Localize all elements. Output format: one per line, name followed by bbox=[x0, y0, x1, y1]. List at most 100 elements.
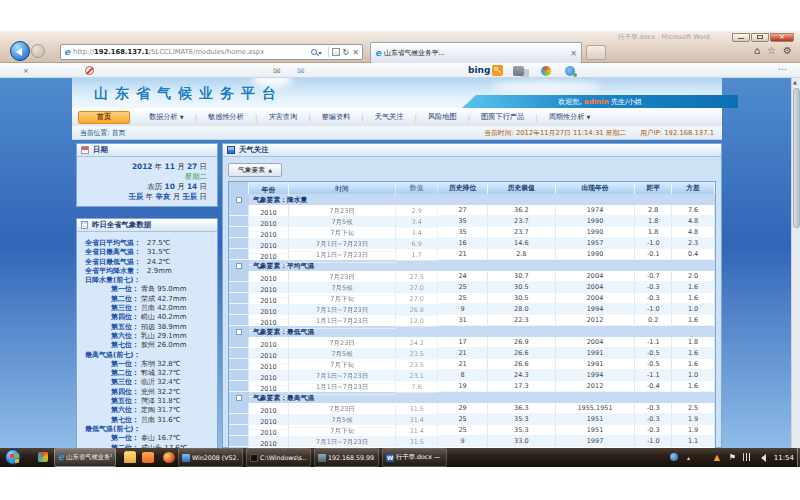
table-row[interactable]: 20107月下旬23.52126.61991-0.51.6 bbox=[229, 359, 715, 370]
table-row[interactable]: 20107月5候31.42535.31951-0.31.9 bbox=[229, 414, 715, 425]
compatibility-view-icon[interactable] bbox=[332, 48, 340, 56]
tab-close-icon[interactable]: × bbox=[570, 49, 577, 58]
nav-item-8[interactable]: 图面下行产品 bbox=[470, 112, 535, 122]
nav-item-5[interactable]: 整编资料 bbox=[311, 112, 362, 122]
taskbar-active-window[interactable]: e山东省气候业务平... bbox=[54, 448, 116, 467]
taskbar: e山东省气候业务平... Win2008 (VS2...C:\Windows\s… bbox=[0, 448, 800, 467]
table-row[interactable]: 20107月1日~7月23日23.1824.31994-1.11.0 bbox=[229, 370, 715, 381]
refresh-icon[interactable]: ↻ bbox=[343, 48, 350, 57]
magnifier-icon bbox=[494, 67, 498, 71]
tray-app-icon[interactable] bbox=[670, 453, 678, 461]
browser-toolbar: × ✉ ✉ bing ⋯ bbox=[0, 63, 800, 78]
weather-stat: 全省日最低气温：24.2℃ bbox=[77, 258, 215, 267]
table-row[interactable]: 20107月1日~7月23日26.9928.01994-1.01.0 bbox=[229, 304, 715, 315]
group-checkbox[interactable] bbox=[236, 395, 242, 401]
send-icon[interactable]: ✉ bbox=[297, 66, 305, 76]
taskbar-window-button[interactable]: W行干旱.docx — bbox=[382, 448, 447, 467]
group-checkbox[interactable] bbox=[236, 329, 242, 335]
table-row[interactable]: 20107月23日27.52430.72004-0.72.0 bbox=[229, 271, 715, 282]
ranking-item: 第六位：乳山 29.1mm bbox=[77, 332, 215, 341]
taskbar-window-button[interactable]: C:\Windows\s... bbox=[246, 448, 311, 467]
nav-item-2[interactable]: 数据分析▼ bbox=[138, 112, 195, 122]
page-scrollbar[interactable]: ▲ bbox=[791, 78, 800, 448]
stop-icon[interactable]: × bbox=[352, 48, 359, 57]
scrollbar-thumb[interactable] bbox=[793, 88, 800, 228]
table-row[interactable]: 20107月1日~7月23日31.5933.01997-1.01.1 bbox=[229, 436, 715, 447]
status-bar: 当前位置: 首页 当前时间: 2012年11月27日 11:14:31 星期二 … bbox=[72, 126, 722, 140]
table-row[interactable]: 20107月1日~7月23日6.91614.61957-1.02.3 bbox=[229, 238, 715, 249]
ranking-item: 第四位：崂山 40.2mm bbox=[77, 313, 215, 322]
nav-item-9[interactable]: 周期性分析▼ bbox=[538, 112, 602, 122]
maximize-button[interactable] bbox=[751, 33, 769, 42]
home-icon[interactable]: ⌂ bbox=[754, 45, 760, 56]
back-button[interactable] bbox=[10, 41, 30, 61]
minimize-button[interactable] bbox=[732, 33, 750, 42]
pinned-app-icon[interactable] bbox=[38, 452, 48, 462]
welcome-ribbon: 欢迎您,admin先生/小姐 bbox=[462, 95, 738, 108]
ranking-item: 第三位：莒南 42.0mm bbox=[77, 304, 215, 313]
group-checkbox[interactable] bbox=[236, 263, 242, 269]
folder-icon[interactable] bbox=[124, 452, 136, 463]
bing-logo[interactable]: bing bbox=[468, 65, 490, 75]
back-arrow-icon bbox=[16, 48, 22, 56]
calendar-panel-title: 日期 bbox=[93, 145, 108, 155]
toolbar-more-icon[interactable]: ⋯ bbox=[778, 64, 788, 74]
table-row[interactable]: 20101月1日~7月23日7.61917.32012-0.41.6 bbox=[229, 381, 715, 392]
toolbar-search-icon[interactable] bbox=[492, 65, 503, 76]
table-row[interactable]: 20101月1日~7月23日1.7212.81990-0.10.4 bbox=[229, 249, 715, 260]
nav-item-4[interactable]: 灾害查询 bbox=[257, 112, 308, 122]
taskbar-window-button[interactable]: 192.168.59.99... bbox=[314, 448, 379, 467]
toolbar-close-icon[interactable]: × bbox=[23, 67, 29, 75]
share-icon[interactable] bbox=[565, 66, 575, 76]
address-bar[interactable]: e http://192.168.137.1/SLCCLIMATE/module… bbox=[60, 44, 363, 60]
app-icon-round[interactable] bbox=[163, 452, 175, 463]
element-filter-button[interactable]: 气象要素▲ bbox=[228, 163, 282, 177]
nav-item-7[interactable]: 风险地图 bbox=[417, 112, 468, 122]
table-row[interactable]: 20107月5候3.43523.719901.84.8 bbox=[229, 216, 715, 227]
settings-icon[interactable]: ⚙ bbox=[783, 45, 792, 56]
network-icon[interactable] bbox=[743, 453, 752, 461]
calendar-icon bbox=[81, 146, 89, 154]
nav-item-1[interactable]: 首页 bbox=[78, 111, 130, 124]
table-row[interactable]: 20107月23日2.92736.219742.87.6 bbox=[229, 205, 715, 216]
browser-window: 行干旱.docx - Microsoft Word × e http://192… bbox=[0, 31, 800, 448]
search-icon[interactable] bbox=[311, 49, 317, 55]
table-row[interactable]: 20101月1日~7月23日12.03122.320120.21.6 bbox=[229, 315, 715, 326]
table-row[interactable]: 20107月23日24.21726.92004-1.11.8 bbox=[229, 337, 715, 348]
favorites-icon[interactable]: ☆ bbox=[767, 45, 776, 56]
ranking-item: 第四位：兖州 32.2℃ bbox=[77, 388, 215, 397]
table-row[interactable]: 20107月23日31.52936.31955,1951-0.32.5 bbox=[229, 403, 715, 414]
scroll-up-icon[interactable]: ▲ bbox=[793, 79, 797, 85]
group-checkbox[interactable] bbox=[236, 197, 242, 203]
forward-button[interactable] bbox=[31, 44, 45, 58]
cmd-icon bbox=[250, 454, 258, 462]
table-row[interactable]: 20107月下旬3.43523.719901.84.8 bbox=[229, 227, 715, 238]
ranking-item: 第一位：泰山 16.7℃ bbox=[77, 434, 215, 443]
weather-stat: 全省平均降水量：2.9mm bbox=[77, 267, 215, 276]
apps-icon[interactable] bbox=[541, 66, 551, 76]
start-button[interactable] bbox=[5, 449, 21, 465]
app-icon-orange[interactable] bbox=[142, 452, 154, 463]
word-icon: W bbox=[386, 454, 394, 462]
action-center-icon[interactable]: ⚑ bbox=[729, 453, 736, 462]
taskbar-window-button[interactable]: Win2008 (VS2... bbox=[178, 448, 243, 467]
screenshot-icon[interactable] bbox=[513, 66, 524, 76]
new-tab-button[interactable] bbox=[586, 45, 606, 60]
table-row[interactable]: 20107月下旬27.02530.52004-0.31.6 bbox=[229, 293, 715, 304]
mail-icon[interactable]: ✉ bbox=[273, 66, 281, 76]
nav-item-6[interactable]: 天气关注 bbox=[364, 112, 415, 122]
nav-item-3[interactable]: 敏感性分析 bbox=[197, 112, 255, 122]
volume-icon[interactable] bbox=[757, 454, 766, 462]
close-button[interactable]: × bbox=[770, 33, 794, 42]
browser-tab[interactable]: e 山东省气候业务平... × bbox=[370, 42, 582, 63]
tray-flame-icon[interactable]: ▲ bbox=[714, 453, 720, 462]
page-favicon: e bbox=[64, 48, 70, 57]
table-row[interactable]: 20107月5候27.02530.52004-0.31.6 bbox=[229, 282, 715, 293]
weather-stat: 全省日最高气温：31.5℃ bbox=[77, 248, 215, 257]
blocked-icon[interactable] bbox=[85, 66, 94, 75]
tray-expand-icon[interactable]: ▴ bbox=[687, 454, 690, 461]
url-text[interactable]: http://192.168.137.1/SLCCLIMATE/modules/… bbox=[73, 48, 264, 56]
taskbar-clock[interactable]: 11:54 bbox=[774, 454, 794, 462]
table-row[interactable]: 20107月5候23.52126.61991-0.51.6 bbox=[229, 348, 715, 359]
table-row[interactable]: 20107月下旬31.42535.31951-0.31.9 bbox=[229, 425, 715, 436]
